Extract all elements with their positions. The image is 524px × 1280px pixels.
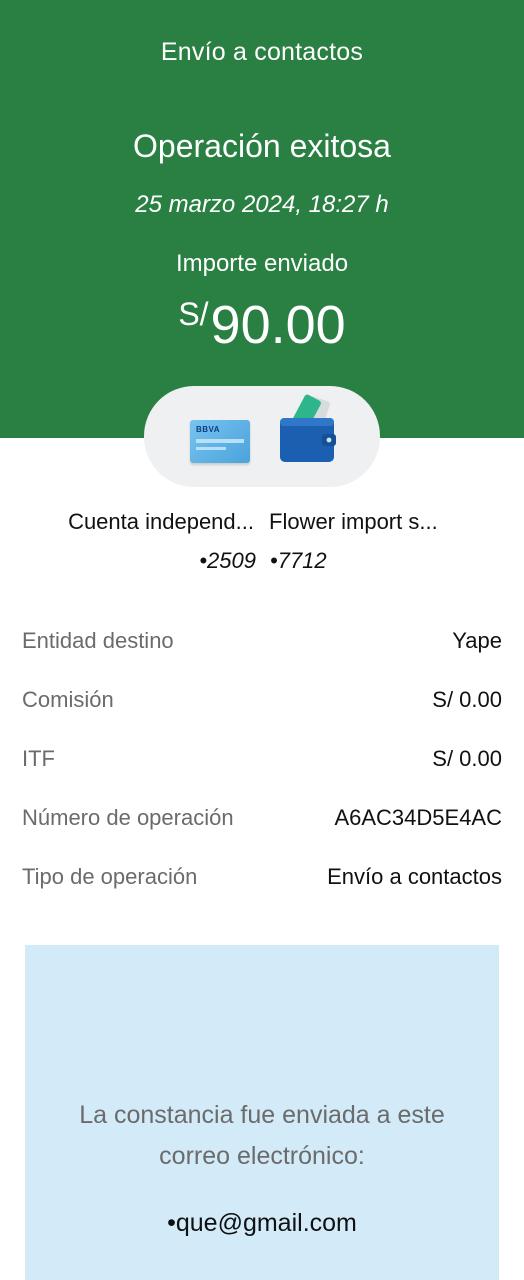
recipient-email: •que@gmail.com xyxy=(167,1209,357,1237)
transfer-icons-pill: BBVA xyxy=(144,386,380,487)
detail-value: Envío a contactos xyxy=(327,864,502,889)
detail-row: Tipo de operación Envío a contactos xyxy=(22,858,502,917)
success-header: Envío a contactos Operación exitosa 25 m… xyxy=(0,0,524,438)
operation-status: Operación exitosa xyxy=(133,128,391,164)
card-brand-label: BBVA xyxy=(196,425,221,434)
operation-datetime: 25 marzo 2024, 18:27 h xyxy=(135,191,389,218)
amount-label: Importe enviado xyxy=(175,250,349,277)
operation-details: Entidad destino Yape Comisión S/ 0.00 IT… xyxy=(22,622,502,917)
amount-value: S/90.00 xyxy=(0,284,524,355)
destination-account-number: •7712 xyxy=(270,548,327,573)
origin-account-name: Cuenta independ... xyxy=(68,509,254,534)
detail-value: A6AC34D5E4AC xyxy=(334,805,502,830)
currency-symbol: S/ xyxy=(178,296,209,332)
email-notice-message: La constancia fue enviada a este correo … xyxy=(79,1101,445,1170)
bank-card-icon: BBVA xyxy=(190,420,250,463)
transfer-parties: Cuenta independ... Flower import s... •2… xyxy=(0,505,524,585)
detail-row: Comisión S/ 0.00 xyxy=(22,681,502,740)
email-notice-box: La constancia fue enviada a este correo … xyxy=(25,945,499,1280)
detail-value: S/ 0.00 xyxy=(432,746,502,771)
detail-label: Número de operación xyxy=(22,805,234,830)
wallet-icon xyxy=(280,394,336,462)
amount-number: 90.00 xyxy=(210,295,346,355)
detail-row: ITF S/ 0.00 xyxy=(22,740,502,799)
detail-label: Comisión xyxy=(22,687,114,712)
detail-label: Entidad destino xyxy=(22,628,174,653)
origin-account-number: •2509 xyxy=(199,548,256,573)
detail-row: Entidad destino Yape xyxy=(22,622,502,681)
page-title: Envío a contactos xyxy=(160,38,364,66)
destination-account-name: Flower import s... xyxy=(269,509,438,534)
detail-value: S/ 0.00 xyxy=(432,687,502,712)
detail-label: Tipo de operación xyxy=(22,864,198,889)
detail-value: Yape xyxy=(452,628,502,653)
detail-row: Número de operación A6AC34D5E4AC xyxy=(22,799,502,858)
detail-label: ITF xyxy=(22,746,55,771)
